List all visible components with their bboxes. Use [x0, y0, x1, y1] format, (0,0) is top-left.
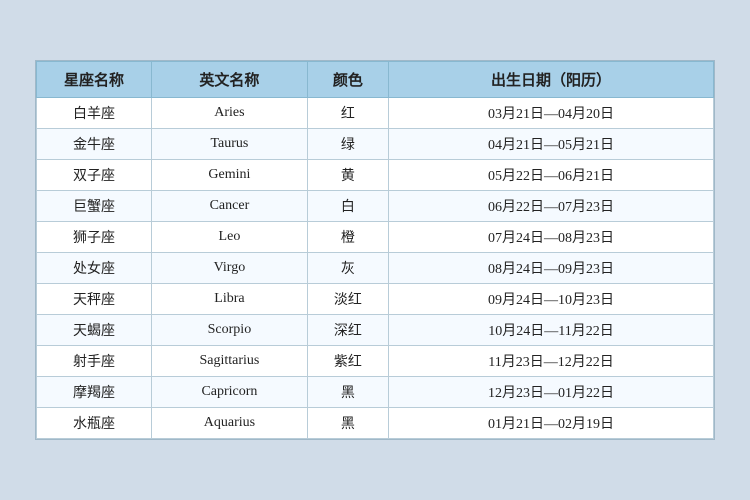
- table-body: 白羊座Aries红03月21日—04月20日金牛座Taurus绿04月21日—0…: [37, 98, 714, 439]
- cell-color: 红: [307, 98, 388, 129]
- header-english-name: 英文名称: [152, 62, 308, 98]
- cell-color: 黄: [307, 160, 388, 191]
- table-row: 双子座Gemini黄05月22日—06月21日: [37, 160, 714, 191]
- cell-english-name: Aries: [152, 98, 308, 129]
- cell-dates: 07月24日—08月23日: [389, 222, 714, 253]
- cell-english-name: Leo: [152, 222, 308, 253]
- header-color: 颜色: [307, 62, 388, 98]
- cell-dates: 03月21日—04月20日: [389, 98, 714, 129]
- cell-chinese-name: 天秤座: [37, 284, 152, 315]
- cell-color: 黑: [307, 408, 388, 439]
- table-row: 处女座Virgo灰08月24日—09月23日: [37, 253, 714, 284]
- cell-chinese-name: 双子座: [37, 160, 152, 191]
- table-row: 金牛座Taurus绿04月21日—05月21日: [37, 129, 714, 160]
- cell-chinese-name: 金牛座: [37, 129, 152, 160]
- cell-dates: 01月21日—02月19日: [389, 408, 714, 439]
- cell-dates: 06月22日—07月23日: [389, 191, 714, 222]
- cell-dates: 04月21日—05月21日: [389, 129, 714, 160]
- cell-chinese-name: 狮子座: [37, 222, 152, 253]
- cell-english-name: Capricorn: [152, 377, 308, 408]
- cell-color: 绿: [307, 129, 388, 160]
- cell-chinese-name: 摩羯座: [37, 377, 152, 408]
- zodiac-table: 星座名称 英文名称 颜色 出生日期（阳历） 白羊座Aries红03月21日—04…: [36, 61, 714, 439]
- cell-color: 橙: [307, 222, 388, 253]
- table-row: 天秤座Libra淡红09月24日—10月23日: [37, 284, 714, 315]
- cell-chinese-name: 巨蟹座: [37, 191, 152, 222]
- cell-color: 灰: [307, 253, 388, 284]
- cell-dates: 09月24日—10月23日: [389, 284, 714, 315]
- cell-chinese-name: 白羊座: [37, 98, 152, 129]
- cell-dates: 08月24日—09月23日: [389, 253, 714, 284]
- cell-color: 黑: [307, 377, 388, 408]
- table-row: 水瓶座Aquarius黑01月21日—02月19日: [37, 408, 714, 439]
- table-row: 摩羯座Capricorn黑12月23日—01月22日: [37, 377, 714, 408]
- cell-dates: 10月24日—11月22日: [389, 315, 714, 346]
- table-row: 狮子座Leo橙07月24日—08月23日: [37, 222, 714, 253]
- cell-dates: 12月23日—01月22日: [389, 377, 714, 408]
- cell-english-name: Aquarius: [152, 408, 308, 439]
- cell-chinese-name: 天蝎座: [37, 315, 152, 346]
- cell-color: 淡红: [307, 284, 388, 315]
- cell-english-name: Virgo: [152, 253, 308, 284]
- cell-english-name: Scorpio: [152, 315, 308, 346]
- table-row: 白羊座Aries红03月21日—04月20日: [37, 98, 714, 129]
- cell-english-name: Gemini: [152, 160, 308, 191]
- cell-dates: 11月23日—12月22日: [389, 346, 714, 377]
- table-header-row: 星座名称 英文名称 颜色 出生日期（阳历）: [37, 62, 714, 98]
- table-row: 射手座Sagittarius紫红11月23日—12月22日: [37, 346, 714, 377]
- cell-english-name: Taurus: [152, 129, 308, 160]
- cell-english-name: Libra: [152, 284, 308, 315]
- header-chinese-name: 星座名称: [37, 62, 152, 98]
- table-row: 巨蟹座Cancer白06月22日—07月23日: [37, 191, 714, 222]
- cell-chinese-name: 处女座: [37, 253, 152, 284]
- zodiac-table-container: 星座名称 英文名称 颜色 出生日期（阳历） 白羊座Aries红03月21日—04…: [35, 60, 715, 440]
- table-row: 天蝎座Scorpio深红10月24日—11月22日: [37, 315, 714, 346]
- cell-color: 紫红: [307, 346, 388, 377]
- cell-chinese-name: 水瓶座: [37, 408, 152, 439]
- cell-color: 白: [307, 191, 388, 222]
- cell-english-name: Cancer: [152, 191, 308, 222]
- cell-chinese-name: 射手座: [37, 346, 152, 377]
- cell-english-name: Sagittarius: [152, 346, 308, 377]
- cell-color: 深红: [307, 315, 388, 346]
- header-birthdate: 出生日期（阳历）: [389, 62, 714, 98]
- cell-dates: 05月22日—06月21日: [389, 160, 714, 191]
